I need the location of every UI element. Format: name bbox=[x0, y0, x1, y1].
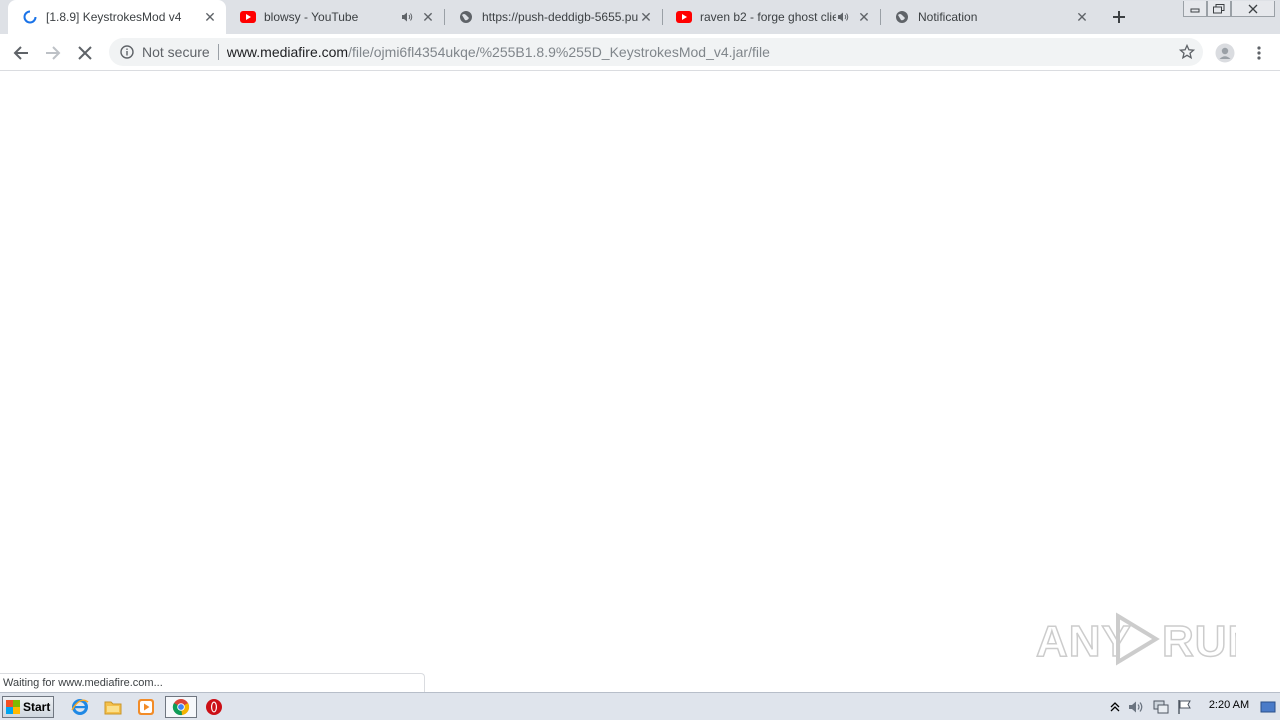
chrome-taskbar-icon[interactable] bbox=[165, 696, 197, 718]
anyrun-watermark: ANY RUN ANY RUN bbox=[1036, 606, 1236, 672]
new-tab-button[interactable] bbox=[1109, 7, 1129, 27]
youtube-icon bbox=[240, 9, 256, 25]
security-status-label[interactable]: Not secure bbox=[142, 44, 210, 60]
omnibox-divider bbox=[217, 44, 219, 60]
close-icon[interactable]: ✕ bbox=[856, 9, 872, 25]
restore-button[interactable] bbox=[1207, 1, 1231, 17]
close-icon[interactable]: ✕ bbox=[638, 9, 654, 25]
show-hidden-icons-button[interactable] bbox=[1106, 696, 1124, 718]
tab-title: Notification bbox=[918, 10, 978, 24]
minimize-button[interactable] bbox=[1183, 1, 1207, 17]
tab-title: raven b2 - forge ghost client bbox=[700, 10, 836, 24]
media-player-taskbar-icon[interactable] bbox=[134, 696, 158, 718]
show-desktop-button[interactable] bbox=[1259, 697, 1277, 717]
taskbar-clock[interactable]: 2:20 AM bbox=[1200, 699, 1258, 711]
tab-youtube-blowsy[interactable]: blowsy - YouTube ✕ bbox=[226, 0, 444, 34]
loading-spinner-icon bbox=[22, 9, 38, 25]
start-label: Start bbox=[23, 700, 51, 714]
file-explorer-taskbar-icon[interactable] bbox=[101, 696, 125, 718]
start-button[interactable]: Start bbox=[2, 696, 54, 718]
stop-loading-button[interactable] bbox=[72, 40, 98, 66]
network-icon[interactable] bbox=[1151, 696, 1171, 718]
close-icon[interactable]: ✕ bbox=[202, 9, 218, 25]
youtube-icon bbox=[676, 9, 692, 25]
tab-keystrokesmod[interactable]: [1.8.9] KeystrokesMod v4 ✕ bbox=[8, 0, 226, 34]
close-icon[interactable]: ✕ bbox=[1074, 9, 1090, 25]
tab-title: https://push-deddigb-5655.push bbox=[482, 10, 638, 24]
tab-youtube-raven[interactable]: raven b2 - forge ghost client ✕ bbox=[662, 0, 880, 34]
tab-title: [1.8.9] KeystrokesMod v4 bbox=[46, 10, 182, 24]
windows-logo-icon bbox=[6, 700, 20, 714]
back-button[interactable] bbox=[8, 40, 34, 66]
internet-explorer-taskbar-icon[interactable] bbox=[68, 696, 92, 718]
menu-kebab-button[interactable] bbox=[1246, 40, 1272, 66]
tab-title: blowsy - YouTube bbox=[264, 10, 359, 24]
speaker-icon[interactable] bbox=[836, 10, 850, 24]
bookmark-star-icon[interactable] bbox=[1179, 44, 1195, 60]
status-bubble: Waiting for www.mediafire.com... bbox=[0, 673, 425, 692]
close-icon[interactable]: ✕ bbox=[420, 9, 436, 25]
url-host: www.mediafire.com bbox=[226, 44, 349, 60]
info-icon[interactable] bbox=[119, 44, 135, 60]
profile-avatar-button[interactable] bbox=[1212, 40, 1238, 66]
watermark-text-right: RUN bbox=[1162, 617, 1236, 666]
url-path: /file/ojmi6fl4354ukqe/%255B1.8.9%255D_Ke… bbox=[348, 44, 770, 60]
action-center-flag-icon[interactable] bbox=[1175, 696, 1195, 718]
page-viewport bbox=[0, 72, 1280, 692]
windows-taskbar: Start 2:20 AM bbox=[0, 692, 1280, 720]
globe-icon bbox=[894, 9, 910, 25]
url-text[interactable]: www.mediafire.com/file/ojmi6fl4354ukqe/%… bbox=[227, 44, 770, 60]
volume-icon[interactable] bbox=[1127, 696, 1147, 718]
tab-push-notification-site[interactable]: https://push-deddigb-5655.push ✕ bbox=[444, 0, 662, 34]
forward-button[interactable] bbox=[40, 40, 66, 66]
browser-toolbar: Not secure www.mediafire.com/file/ojmi6f… bbox=[0, 34, 1280, 71]
globe-icon bbox=[458, 9, 474, 25]
window-controls bbox=[1183, 0, 1275, 18]
opera-taskbar-icon[interactable] bbox=[202, 696, 226, 718]
tab-notification[interactable]: Notification ✕ bbox=[880, 0, 1098, 34]
speaker-icon[interactable] bbox=[400, 10, 414, 24]
close-window-button[interactable] bbox=[1231, 1, 1275, 17]
tab-strip: [1.8.9] KeystrokesMod v4 ✕ blowsy - YouT… bbox=[0, 0, 1280, 34]
address-bar[interactable]: Not secure www.mediafire.com/file/ojmi6f… bbox=[109, 38, 1203, 66]
